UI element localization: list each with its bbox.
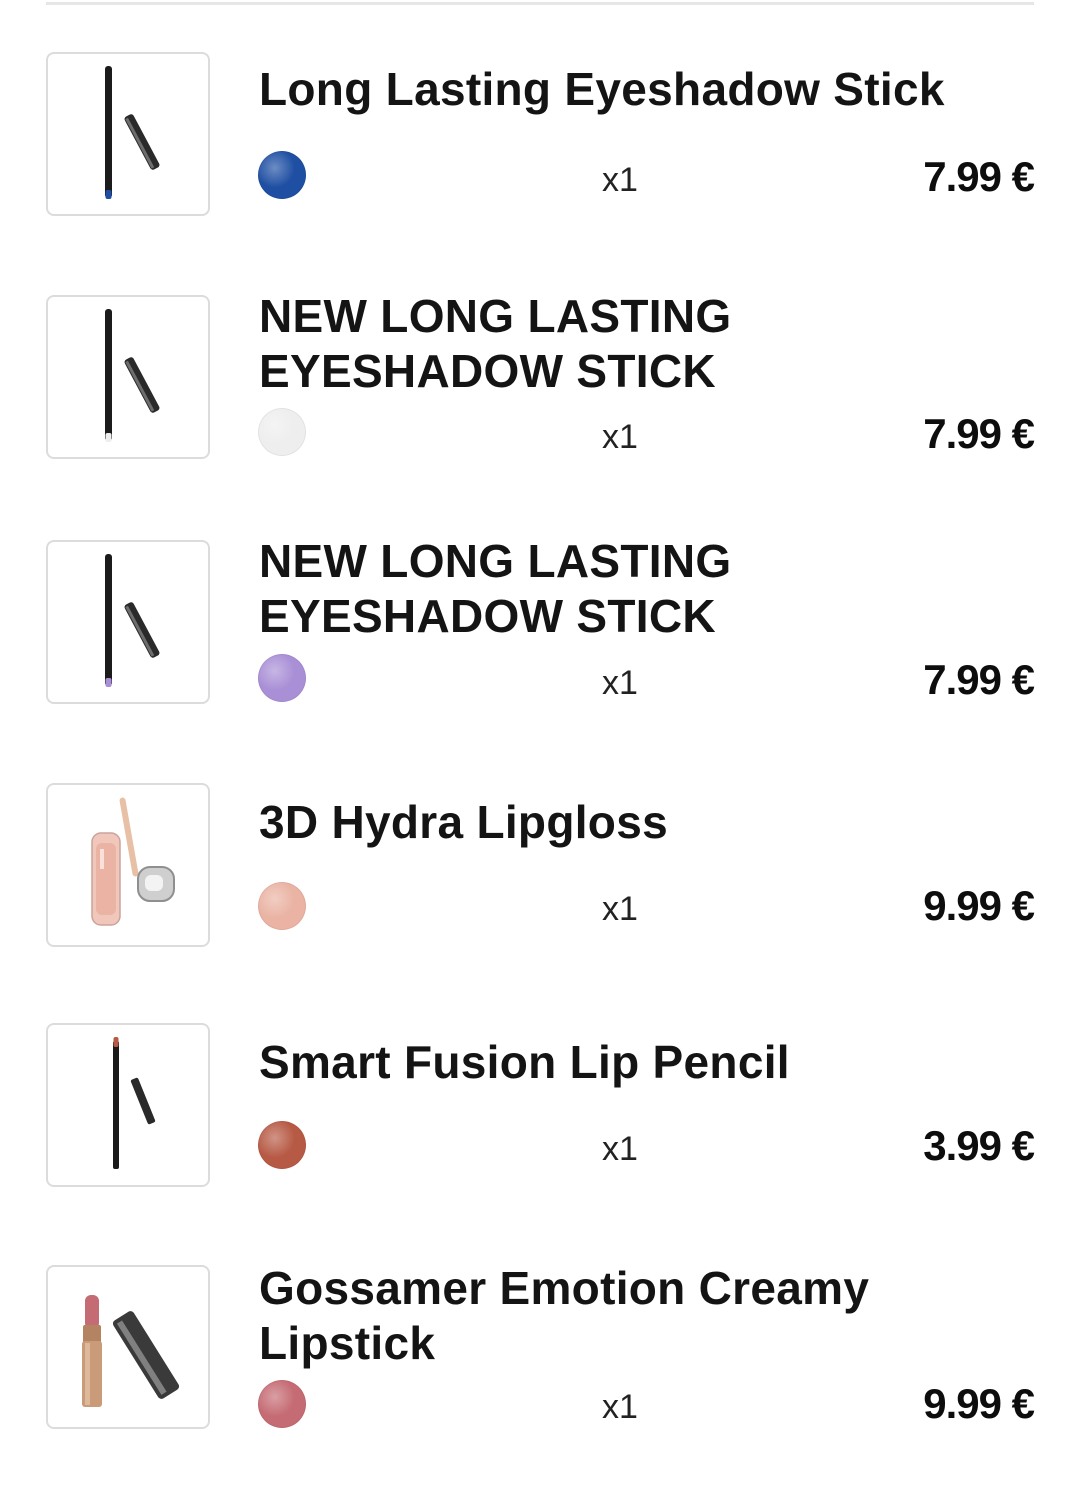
quantity-label: x1 xyxy=(602,1388,638,1426)
product-name[interactable]: NEW LONG LASTING EYESHADOW STICK xyxy=(259,289,999,399)
price-label: 7.99 € xyxy=(923,656,1035,703)
shade-swatch xyxy=(258,1121,306,1169)
product-image[interactable] xyxy=(46,540,210,704)
price-label: 9.99 € xyxy=(923,1380,1035,1427)
lipstick-icon xyxy=(82,1295,180,1407)
quantity-label: x1 xyxy=(602,664,638,702)
cart-item[interactable]: 3D Hydra Lipgloss x1 9.99 € xyxy=(0,783,1080,953)
product-name[interactable]: Smart Fusion Lip Pencil xyxy=(259,1035,999,1090)
product-name[interactable]: 3D Hydra Lipgloss xyxy=(259,795,999,850)
eyeshadow-stick-icon xyxy=(105,66,160,199)
quantity-label: x1 xyxy=(602,161,638,199)
product-image[interactable] xyxy=(46,783,210,947)
shade-swatch xyxy=(258,1380,306,1428)
cart-item[interactable]: Gossamer Emotion Creamy Lipstick x1 9.99… xyxy=(0,1262,1080,1435)
cart-item[interactable]: NEW LONG LASTING EYESHADOW STICK x1 7.99… xyxy=(0,535,1080,710)
price-label: 9.99 € xyxy=(923,882,1035,929)
cart-item[interactable]: Smart Fusion Lip Pencil x1 3.99 € xyxy=(0,1023,1080,1193)
quantity-label: x1 xyxy=(602,1130,638,1168)
eyeshadow-stick-icon xyxy=(105,309,160,442)
lipgloss-icon xyxy=(91,797,175,926)
product-image[interactable] xyxy=(46,52,210,216)
eyeshadow-stick-icon xyxy=(105,554,160,687)
cart-item[interactable]: Long Lasting Eyeshadow Stick x1 7.99 € xyxy=(0,52,1080,222)
cart-item-list: Long Lasting Eyeshadow Stick x1 7.99 € N… xyxy=(0,0,1080,1485)
product-name[interactable]: Gossamer Emotion Creamy Lipstick xyxy=(259,1261,999,1371)
price-label: 7.99 € xyxy=(923,410,1035,457)
product-image[interactable] xyxy=(46,1023,210,1187)
product-image[interactable] xyxy=(46,295,210,459)
shade-swatch xyxy=(258,408,306,456)
product-name[interactable]: Long Lasting Eyeshadow Stick xyxy=(259,62,999,117)
shade-swatch xyxy=(258,882,306,930)
shade-swatch xyxy=(258,654,306,702)
product-name[interactable]: NEW LONG LASTING EYESHADOW STICK xyxy=(259,534,999,644)
lip-pencil-icon xyxy=(113,1037,156,1169)
cart-item[interactable]: NEW LONG LASTING EYESHADOW STICK x1 7.99… xyxy=(0,290,1080,465)
price-label: 7.99 € xyxy=(923,153,1035,200)
quantity-label: x1 xyxy=(602,418,638,456)
quantity-label: x1 xyxy=(602,890,638,928)
price-label: 3.99 € xyxy=(923,1122,1035,1169)
shade-swatch xyxy=(258,151,306,199)
product-image[interactable] xyxy=(46,1265,210,1429)
